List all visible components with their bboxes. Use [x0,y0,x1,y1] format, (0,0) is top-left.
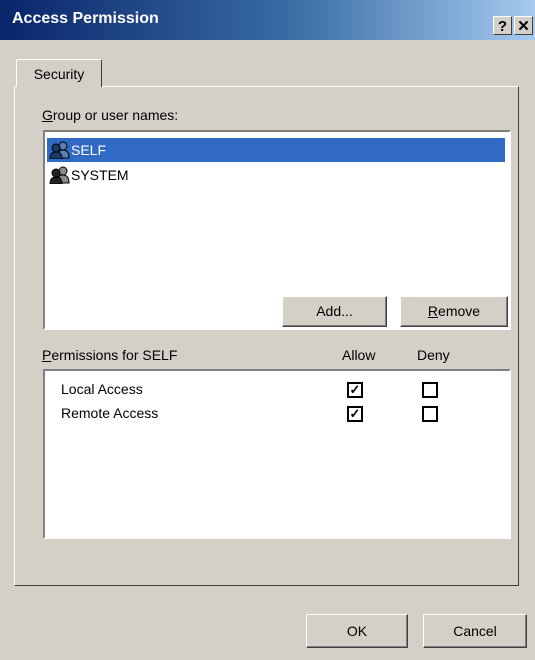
list-item-system[interactable]: SYSTEM [47,163,505,187]
security-tab-panel: Group or user names: SELF SYSTEM Add... … [14,86,519,586]
ok-button[interactable]: OK [306,614,408,648]
group-or-user-names-label: Group or user names: [42,107,179,123]
cancel-button[interactable]: Cancel [423,614,527,648]
group-user-icon [49,141,70,159]
help-button[interactable]: ? [493,16,512,35]
remove-button-label: Remove [427,303,481,319]
allow-checkbox-local-access[interactable]: ✓ [347,382,363,398]
title-bar[interactable]: Access Permission ? ✕ [0,0,535,40]
list-item-self[interactable]: SELF [47,138,505,162]
permission-row-remote-access: Remote Access ✓ [61,401,501,425]
tab-security-label: Security [33,66,85,82]
permission-name: Remote Access [61,405,159,421]
deny-column-header: Deny [417,347,450,363]
close-icon: ✕ [517,18,530,35]
permissions-label: Permissions for SELF [42,347,178,363]
add-button-label: Add... [316,303,353,319]
remove-button[interactable]: Remove [400,296,508,327]
user-name: SELF [71,142,107,158]
dialog-body: Security Group or user names: SELF SYSTE… [0,40,535,660]
cancel-button-label: Cancel [453,623,497,639]
tab-security[interactable]: Security [16,59,102,87]
allow-column-header: Allow [342,347,376,363]
permissions-list: Local Access ✓ Remote Access ✓ [43,369,511,539]
deny-checkbox-local-access[interactable] [422,382,438,398]
allow-checkbox-remote-access[interactable]: ✓ [347,406,363,422]
window-title: Access Permission [12,10,159,27]
add-button[interactable]: Add... [282,296,387,327]
permission-name: Local Access [61,381,143,397]
group-user-icon [49,166,70,184]
help-icon: ? [497,18,508,35]
permission-row-local-access: Local Access ✓ [61,377,501,401]
ok-button-label: OK [346,623,368,639]
deny-checkbox-remote-access[interactable] [422,406,438,422]
close-button[interactable]: ✕ [514,16,533,35]
user-name: SYSTEM [71,167,129,183]
